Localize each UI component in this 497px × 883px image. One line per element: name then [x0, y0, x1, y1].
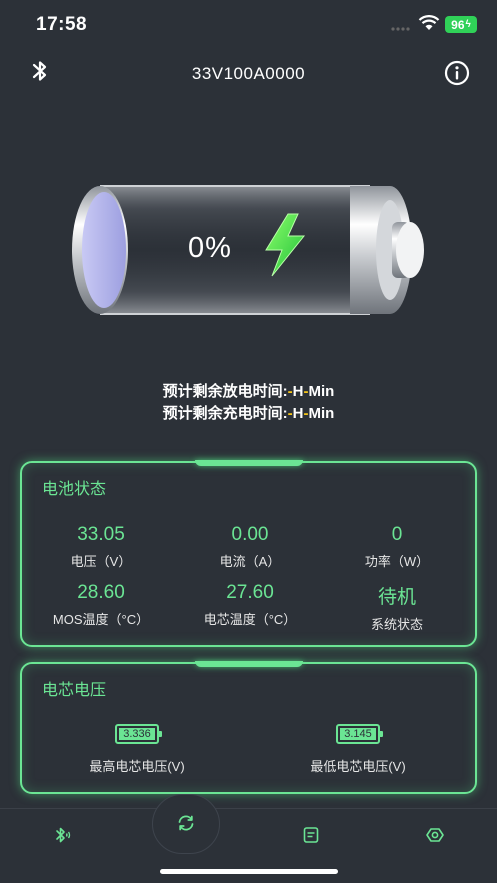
cell-temp-label: 电芯温度（°C）	[203, 612, 297, 627]
cell-voltage-panel: 电芯电压 3.336 最高电芯电压(V) 3.145 最低电芯电压(V)	[20, 661, 477, 794]
min-cell-voltage: 3.145 最低电芯电压(V)	[258, 724, 458, 775]
min-cell-battery-icon: 3.145	[336, 724, 383, 744]
cellular-signal-icon	[391, 27, 410, 31]
voltage-value: 33.05	[77, 524, 125, 545]
cell-temp-stat: 27.60 电芯温度（°C）	[174, 582, 326, 628]
discharge-time: 预计剩余放电时间:-H-Min	[0, 380, 497, 401]
min-cell-voltage-value: 3.145	[340, 728, 376, 740]
discharge-time-label: 预计剩余放电时间:	[162, 383, 288, 400]
charge-minutes-unit: Min	[308, 405, 335, 422]
max-cell-voltage: 3.336 最高电芯电压(V)	[37, 724, 237, 775]
panel-tab-decoration	[195, 661, 303, 667]
system-state-value: 待机	[377, 587, 416, 608]
voltage-label: 电压（V）	[70, 554, 132, 569]
info-icon[interactable]	[444, 60, 470, 86]
charge-time-label: 预计剩余充电时间:	[162, 405, 288, 422]
battery-status-title: 电池状态	[42, 481, 107, 498]
current-label: 电流（A）	[219, 554, 281, 569]
charge-time: 预计剩余充电时间:-H-Min	[0, 402, 497, 423]
battery-percent: 0%	[188, 232, 232, 264]
current-stat: 0.00 电流（A）	[174, 524, 326, 570]
discharge-hours-unit: H	[292, 383, 304, 400]
cell-voltage-title: 电芯电压	[42, 682, 107, 699]
discharge-minutes-unit: Min	[308, 383, 335, 400]
status-bar: 17:58 96 ϟ	[0, 0, 497, 50]
device-battery-level: 96	[451, 17, 465, 32]
document-icon[interactable]	[301, 825, 321, 845]
mos-temp-label: MOS温度（°C）	[52, 612, 150, 627]
min-cell-voltage-label: 最低电芯电压(V)	[310, 759, 406, 774]
status-time: 17:58	[36, 14, 88, 35]
voltage-stat: 33.05 电压（V）	[25, 524, 177, 570]
system-state-label: 系统状态	[370, 617, 423, 632]
battery-status-panel: 电池状态 33.05 电压（V） 0.00 电流（A） 0 功率（W） 28.6…	[20, 460, 477, 647]
battery-graphic	[72, 185, 424, 315]
home-indicator	[160, 869, 338, 874]
max-cell-battery-icon: 3.336	[115, 724, 162, 744]
app-header: 33V100A0000	[0, 52, 497, 96]
wifi-icon	[418, 15, 440, 30]
device-battery-indicator: 96 ϟ	[445, 16, 477, 33]
cell-temp-value: 27.60	[226, 582, 274, 603]
charge-hours-unit: H	[292, 405, 304, 422]
system-state-stat: 待机 系统状态	[321, 582, 473, 633]
max-cell-voltage-label: 最高电芯电压(V)	[89, 759, 185, 774]
power-value: 0	[391, 524, 403, 545]
charging-bolt-icon: ϟ	[465, 19, 471, 30]
max-cell-voltage-value: 3.336	[119, 728, 155, 740]
device-title: 33V100A0000	[191, 64, 306, 83]
lightning-icon	[265, 213, 306, 277]
mos-temp-stat: 28.60 MOS温度（°C）	[25, 582, 177, 628]
bluetooth-icon[interactable]	[52, 825, 72, 845]
current-value: 0.00	[231, 524, 269, 545]
mos-temp-value: 28.60	[77, 582, 125, 603]
panel-tab-decoration	[195, 460, 303, 466]
settings-icon[interactable]	[425, 825, 445, 845]
refresh-icon[interactable]	[176, 813, 196, 833]
power-label: 功率（W）	[364, 554, 430, 569]
power-stat: 0 功率（W）	[321, 524, 473, 570]
